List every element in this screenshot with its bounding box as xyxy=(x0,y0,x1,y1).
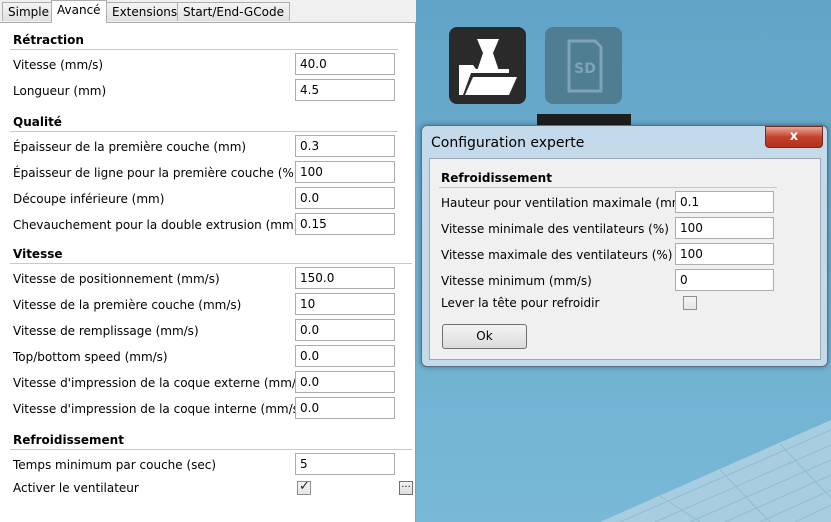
fan-full-height-input[interactable]: 0.1 xyxy=(675,191,774,213)
label-fan-min-speed: Vitesse minimale des ventilateurs (%) xyxy=(441,222,669,236)
section-title-speed: Vitesse xyxy=(13,247,63,261)
label-retraction-length: Longueur (mm) xyxy=(13,84,107,98)
cooling-expert-button[interactable]: ... xyxy=(399,480,413,495)
top-bottom-speed-input[interactable]: 0.0 xyxy=(295,345,395,367)
tab-start-end-gcode[interactable]: Start/End-GCode xyxy=(177,2,290,21)
sd-card-icon: SD xyxy=(567,39,603,93)
head-lift-checkbox[interactable] xyxy=(683,296,697,310)
label-retraction-speed: Vitesse (mm/s) xyxy=(13,58,104,72)
label-fan-full-height: Hauteur pour ventilation maximale (mm) xyxy=(441,196,689,210)
fan-max-speed-input[interactable]: 100 xyxy=(675,243,774,265)
load-model-button[interactable] xyxy=(449,27,526,104)
label-bottom-cut: Découpe inférieure (mm) xyxy=(13,192,165,206)
label-infill-speed: Vitesse de remplissage (mm/s) xyxy=(13,324,199,338)
label-inner-shell-speed: Vitesse d'impression de la coque interne… xyxy=(13,402,304,416)
label-first-layer-thickness: Épaisseur de la première couche (mm) xyxy=(13,140,247,154)
inner-shell-speed-input[interactable]: 0.0 xyxy=(295,397,395,419)
label-min-layer-time: Temps minimum par couche (sec) xyxy=(13,458,217,472)
label-min-speed: Vitesse minimum (mm/s) xyxy=(441,274,592,288)
build-plate xyxy=(600,420,831,522)
dialog-body: Refroidissement Hauteur pour ventilation… xyxy=(429,158,821,360)
section-divider xyxy=(439,187,777,188)
label-top-bottom-speed: Top/bottom speed (mm/s) xyxy=(13,350,168,364)
section-divider xyxy=(10,449,412,450)
tab-avance[interactable]: Avancé xyxy=(51,0,107,23)
fan-min-speed-input[interactable]: 100 xyxy=(675,217,774,239)
tab-bar: Simple Avancé Extensions Start/End-GCode xyxy=(0,0,416,23)
section-divider xyxy=(10,49,398,50)
first-layer-thickness-input[interactable]: 0.3 xyxy=(295,135,395,157)
section-divider xyxy=(10,263,412,264)
label-fan-max-speed: Vitesse maximale des ventilateurs (%) xyxy=(441,248,673,262)
label-first-layer-speed: Vitesse de la première couche (mm/s) xyxy=(13,298,242,312)
tab-simple[interactable]: Simple xyxy=(2,2,55,21)
first-layer-speed-input[interactable]: 10 xyxy=(295,293,395,315)
section-title-quality: Qualité xyxy=(13,115,62,129)
label-travel-speed: Vitesse de positionnement (mm/s) xyxy=(13,272,220,286)
save-sd-button[interactable]: SD xyxy=(545,27,622,104)
label-head-lift: Lever la tête pour refroidir xyxy=(441,296,600,310)
enable-fan-checkbox[interactable]: ✓ xyxy=(297,479,311,495)
min-layer-time-input[interactable]: 5 xyxy=(295,453,395,475)
first-layer-width-input[interactable]: 100 xyxy=(295,161,395,183)
retraction-length-input[interactable]: 4.5 xyxy=(295,79,395,101)
outer-shell-speed-input[interactable]: 0.0 xyxy=(295,371,395,393)
svg-text:SD: SD xyxy=(574,61,596,77)
min-speed-input[interactable]: 0 xyxy=(675,269,774,291)
travel-speed-input[interactable]: 150.0 xyxy=(295,267,395,289)
retraction-speed-input[interactable]: 40.0 xyxy=(295,53,395,75)
expert-config-dialog: Configuration experte x Refroidissement … xyxy=(421,125,828,367)
dialog-section-title: Refroidissement xyxy=(441,171,552,185)
section-divider xyxy=(10,131,398,132)
infill-speed-input[interactable]: 0.0 xyxy=(295,319,395,341)
ok-button[interactable]: Ok xyxy=(442,324,527,349)
section-title-cooling: Refroidissement xyxy=(13,433,124,447)
label-enable-fan: Activer le ventilateur xyxy=(13,481,139,495)
label-first-layer-width: Épaisseur de ligne pour la première couc… xyxy=(13,166,299,180)
label-dual-extrusion-overlap: Chevauchement pour la double extrusion (… xyxy=(13,218,299,232)
bottom-cut-input[interactable]: 0.0 xyxy=(295,187,395,209)
dialog-title: Configuration experte xyxy=(431,135,585,151)
dual-extrusion-overlap-input[interactable]: 0.15 xyxy=(295,213,395,235)
load-model-icon xyxy=(459,39,517,95)
section-title-retraction: Rétraction xyxy=(13,33,84,47)
label-outer-shell-speed: Vitesse d'impression de la coque externe… xyxy=(13,376,307,390)
tab-extensions[interactable]: Extensions xyxy=(106,2,184,21)
checkmark-icon: ✓ xyxy=(299,479,310,494)
close-button[interactable]: x xyxy=(765,126,823,148)
settings-panel: Simple Avancé Extensions Start/End-GCode… xyxy=(0,0,416,522)
